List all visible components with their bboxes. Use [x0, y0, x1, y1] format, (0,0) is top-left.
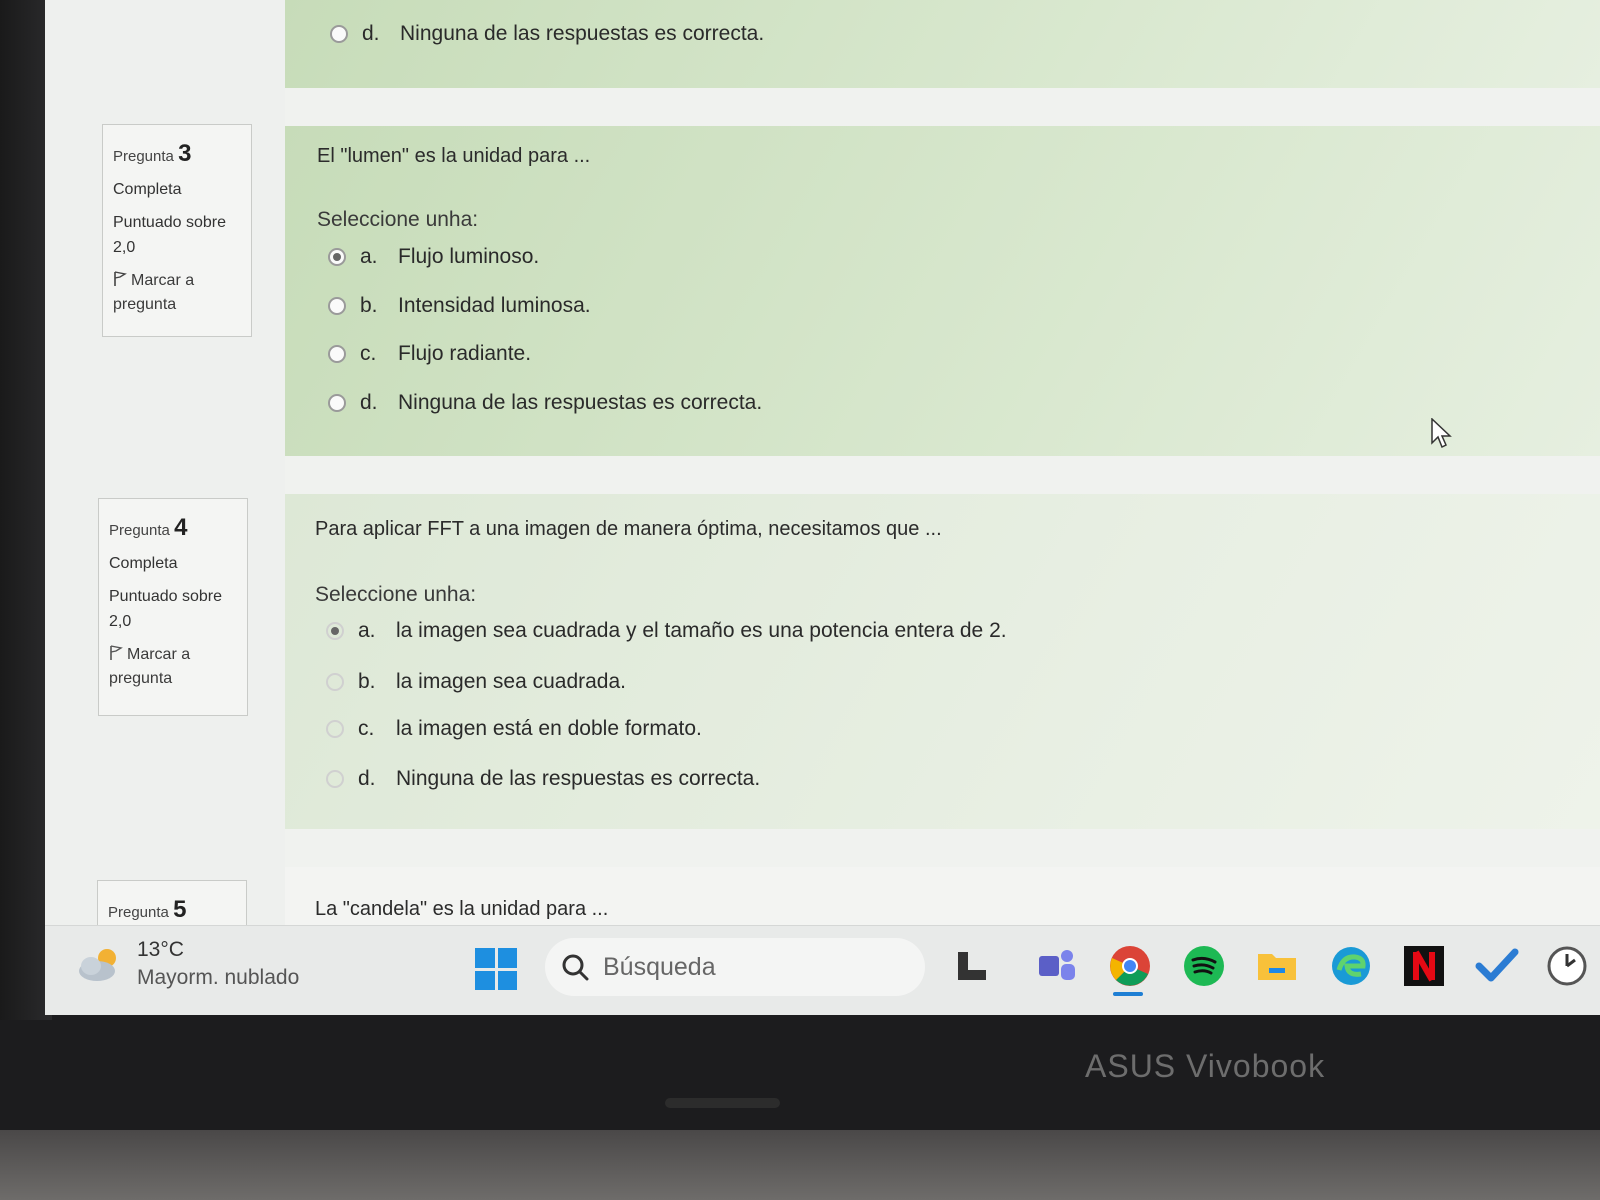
option-letter: d. [360, 391, 378, 414]
question-4-option-d[interactable]: d. Ninguna de las respuestas es correcta… [326, 767, 760, 791]
option-letter: b. [358, 670, 376, 693]
question-number: Pregunta 3 [113, 140, 192, 167]
option-text: Flujo radiante. [398, 342, 532, 365]
option-text: la imagen está en doble formato. [396, 717, 702, 740]
option-text: Ninguna de las respuestas es correcta. [396, 767, 761, 790]
question-3-option-d[interactable]: d. Ninguna de las respuestas es correcta… [328, 391, 762, 415]
flag-question-link[interactable]: Marcar a pregunta [109, 643, 237, 693]
radio-button[interactable] [326, 622, 344, 640]
question-state: Completa [113, 181, 182, 199]
radio-button[interactable] [330, 25, 348, 43]
taskbar: 13°C Mayorm. nublado Búsqueda [45, 925, 1600, 1015]
question-number: Pregunta 4 [109, 514, 188, 541]
edge-icon[interactable] [1329, 944, 1373, 988]
option-text: Ninguna de las respuestas es correcta. [400, 22, 765, 45]
question-3-option-b[interactable]: b. Intensidad luminosa. [328, 294, 591, 318]
file-explorer-icon[interactable] [1255, 944, 1299, 988]
question-3-info: Pregunta 3 Completa Puntuado sobre 2,0 Ma… [102, 124, 252, 337]
question-3-prompt: Seleccione unha: [317, 208, 479, 231]
todo-check-icon[interactable] [1475, 944, 1519, 988]
option-letter: c. [358, 717, 375, 740]
radio-button[interactable] [326, 673, 344, 691]
active-app-indicator [1113, 992, 1143, 996]
screen: d. Ninguna de las respuestas es correcta… [45, 0, 1600, 1015]
question-state: Completa [109, 555, 178, 573]
option-letter: a. [358, 619, 376, 642]
search-icon [562, 954, 589, 981]
teams-icon[interactable] [1035, 944, 1079, 988]
weather-widget[interactable]: 13°C Mayorm. nublado [75, 938, 299, 990]
question-3-option-a[interactable]: a. Flujo luminoso. [328, 245, 539, 269]
prev-option-d[interactable]: d. Ninguna de las respuestas es correcta… [330, 22, 764, 46]
windows-start-icon[interactable] [475, 948, 517, 990]
option-letter: d. [358, 767, 376, 790]
radio-button[interactable] [328, 248, 346, 266]
question-grade: Puntuado sobre 2,0 [109, 587, 222, 630]
search-placeholder: Búsqueda [603, 952, 716, 981]
laptop-keyboard-deck [0, 1130, 1600, 1200]
option-text: Intensidad luminosa. [398, 294, 591, 317]
flag-icon [110, 644, 123, 660]
question-4-option-c[interactable]: c. la imagen está en doble formato. [326, 717, 702, 741]
option-letter: a. [360, 245, 378, 268]
question-3-option-c[interactable]: c. Flujo radiante. [328, 342, 531, 366]
weather-cloud-icon [79, 949, 116, 981]
option-letter: c. [360, 342, 377, 365]
question-5-text: La "candela" es la unidad para ... [315, 898, 609, 920]
question-grade: Puntuado sobre 2,0 [113, 213, 226, 256]
radio-button[interactable] [326, 770, 344, 788]
question-5-info: Pregunta 5 [97, 880, 247, 930]
option-text: la imagen sea cuadrada y el tamaño es un… [396, 619, 1007, 642]
chrome-icon[interactable] [1108, 944, 1152, 988]
question-separator [285, 456, 1600, 494]
option-text: Flujo luminoso. [398, 245, 540, 268]
option-text: Ninguna de las respuestas es correcta. [398, 391, 763, 414]
option-letter: d. [362, 22, 380, 45]
question-4-option-b[interactable]: b. la imagen sea cuadrada. [326, 670, 626, 694]
flag-icon [114, 270, 127, 286]
flag-question-link[interactable]: Marcar a pregunta [113, 269, 241, 319]
radio-button[interactable] [328, 297, 346, 315]
question-separator [285, 88, 1600, 126]
radio-button[interactable] [326, 720, 344, 738]
radio-button[interactable] [328, 345, 346, 363]
laptop-hinge [665, 1098, 780, 1108]
option-letter: b. [360, 294, 378, 317]
question-4-text: Para aplicar FFT a una imagen de manera … [315, 518, 942, 540]
question-number: Pregunta 5 [108, 896, 187, 923]
spotify-icon[interactable] [1182, 944, 1226, 988]
question-3-text: El "lumen" es la unidad para ... [317, 145, 591, 167]
weather-condition: Mayorm. nublado [137, 966, 300, 989]
weather-temp: 13°C [137, 938, 184, 961]
netflix-icon[interactable] [1402, 944, 1446, 988]
task-view-icon[interactable] [950, 944, 994, 988]
question-4-prompt: Seleccione unha: [315, 583, 477, 606]
taskbar-search[interactable]: Búsqueda [545, 938, 925, 996]
mouse-cursor-icon [1431, 418, 1452, 449]
laptop-brand-label: ASUS Vivobook [1085, 1048, 1326, 1084]
question-separator [285, 829, 1600, 867]
radio-button[interactable] [328, 394, 346, 412]
question-4-info: Pregunta 4 Completa Puntuado sobre 2,0 Ma… [98, 498, 248, 716]
option-text: la imagen sea cuadrada. [396, 670, 626, 693]
clock-app-icon[interactable] [1545, 944, 1589, 988]
question-4-option-a[interactable]: a. la imagen sea cuadrada y el tamaño es… [326, 619, 1007, 643]
